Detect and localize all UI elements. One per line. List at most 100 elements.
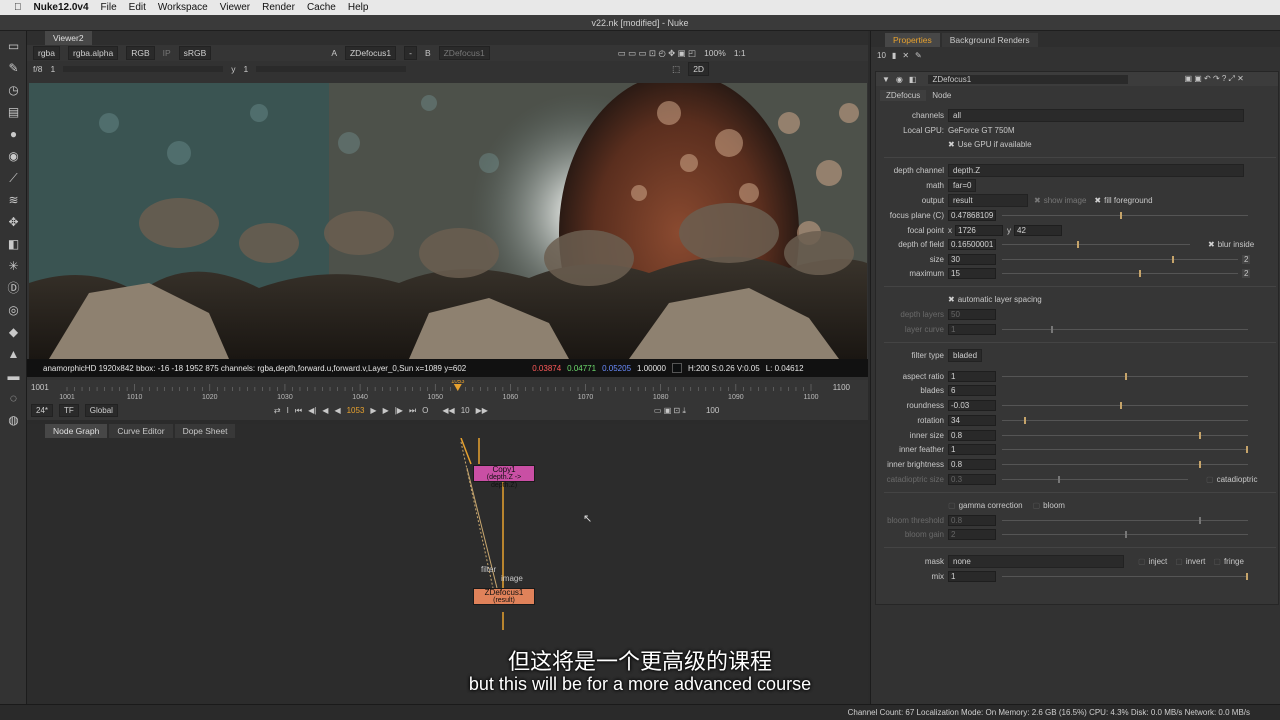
in-point-button[interactable]: I bbox=[287, 406, 289, 415]
zoom-dropdown[interactable]: 100% bbox=[704, 48, 726, 58]
toolsets-icon[interactable]: ▲ bbox=[6, 347, 21, 362]
bloom-threshold-field[interactable]: 0.8 bbox=[948, 515, 996, 526]
aspect-ratio-field[interactable]: 1 bbox=[948, 371, 996, 382]
metadata-icon[interactable]: ◆ bbox=[6, 325, 21, 340]
menu-file[interactable]: File bbox=[101, 2, 117, 13]
bloom-checkbox[interactable]: ▢ bbox=[1033, 501, 1041, 510]
gain-slider[interactable] bbox=[63, 66, 224, 72]
menu-viewer[interactable]: Viewer bbox=[220, 2, 250, 13]
clear-icon[interactable]: ✕ bbox=[902, 51, 909, 60]
viewer-image[interactable] bbox=[29, 83, 867, 359]
fps-dropdown[interactable]: 24* bbox=[31, 404, 54, 417]
menu-workspace[interactable]: Workspace bbox=[158, 2, 208, 13]
views-icon[interactable]: ◎ bbox=[6, 303, 21, 318]
show-image-checkbox[interactable]: ✖ bbox=[1034, 196, 1041, 205]
blades-field[interactable]: 6 bbox=[948, 385, 996, 396]
apple-icon[interactable]:  bbox=[14, 2, 22, 13]
last-frame-button[interactable]: ⏭ bbox=[409, 406, 416, 416]
deep-icon[interactable]: Ⓓ bbox=[6, 281, 21, 296]
gamma-correction-checkbox[interactable]: ▢ bbox=[948, 501, 956, 510]
maximum-slider[interactable] bbox=[1002, 270, 1238, 277]
size-slider[interactable] bbox=[1002, 256, 1238, 263]
subtab-node[interactable]: Node bbox=[926, 90, 957, 101]
focus-plane-slider[interactable] bbox=[1002, 212, 1248, 219]
mix-slider[interactable] bbox=[1002, 573, 1248, 580]
playhead-marker[interactable] bbox=[453, 384, 462, 391]
play-button[interactable]: ▶ bbox=[370, 406, 376, 415]
focal-x-field[interactable]: 1726 bbox=[955, 225, 1003, 236]
out-point-button[interactable]: O bbox=[422, 406, 428, 415]
roi-icon[interactable]: ⬚ bbox=[672, 64, 680, 75]
step-back-button[interactable]: ◀◀ bbox=[442, 406, 454, 415]
bloom-gain-field[interactable]: 2 bbox=[948, 529, 996, 540]
channels-dropdown[interactable]: all bbox=[948, 109, 1244, 122]
other-icon[interactable]: ▬ bbox=[6, 369, 21, 384]
timeline[interactable]: 1001 1010 1020 1030 1040 1050 1060 1070 1080 1090… bbox=[27, 380, 868, 420]
time-icon[interactable]: ◷ bbox=[6, 83, 21, 98]
use-gpu-checkbox[interactable]: ✖ bbox=[948, 140, 955, 149]
layer-curve-field[interactable]: 1 bbox=[948, 324, 996, 335]
furnace-icon[interactable]: ◌ bbox=[6, 391, 21, 406]
viewer-icon[interactable]: ◧ bbox=[909, 75, 917, 84]
tab-curve-editor[interactable]: Curve Editor bbox=[109, 424, 173, 438]
menu-render[interactable]: Render bbox=[262, 2, 295, 13]
fringe-checkbox[interactable]: ▢ bbox=[1213, 557, 1221, 566]
current-frame-field[interactable]: 1053 bbox=[347, 406, 365, 415]
catadioptric-checkbox[interactable]: ▢ bbox=[1206, 475, 1214, 484]
inner-brightness-field[interactable]: 0.8 bbox=[948, 459, 996, 470]
plugins-icon[interactable]: ◍ bbox=[6, 413, 21, 428]
maximum-field[interactable]: 15 bbox=[948, 268, 996, 279]
viewer-icons[interactable]: ▭ ▭ ▭ ⊡ ◴ ✥ ▣ ◰ bbox=[618, 48, 696, 59]
play-back-button[interactable]: ◀ bbox=[334, 406, 340, 415]
tab-viewer2[interactable]: Viewer2 bbox=[45, 31, 92, 45]
inner-feather-slider[interactable] bbox=[1002, 446, 1248, 453]
keyer-icon[interactable]: ⟋ bbox=[6, 171, 21, 186]
fill-foreground-checkbox[interactable]: ✖ bbox=[1094, 196, 1101, 205]
rotation-field[interactable]: 34 bbox=[948, 415, 996, 426]
range-end-field[interactable]: 100 bbox=[706, 406, 719, 415]
blur-inside-checkbox[interactable]: ✖ bbox=[1208, 240, 1215, 249]
3d-icon[interactable]: ◧ bbox=[6, 237, 21, 252]
mix-field[interactable]: 1 bbox=[948, 571, 996, 582]
inner-feather-field[interactable]: 1 bbox=[948, 444, 996, 455]
filter-icon[interactable]: ◉ bbox=[6, 149, 21, 164]
bloom-threshold-slider[interactable] bbox=[1002, 517, 1248, 524]
catadioptric-size-slider[interactable] bbox=[1002, 476, 1188, 483]
global-dropdown[interactable]: Global bbox=[84, 404, 118, 417]
menu-edit[interactable]: Edit bbox=[129, 2, 146, 13]
menu-help[interactable]: Help bbox=[348, 2, 369, 13]
inject-checkbox[interactable]: ▢ bbox=[1138, 557, 1146, 566]
display-dropdown[interactable]: RGB bbox=[126, 46, 155, 60]
node-name-field[interactable]: ZDefocus1 bbox=[928, 74, 1129, 84]
step-field[interactable]: 10 bbox=[461, 406, 470, 415]
mask-dropdown[interactable]: none bbox=[948, 555, 1124, 568]
bloom-gain-slider[interactable] bbox=[1002, 531, 1248, 538]
inner-size-slider[interactable] bbox=[1002, 432, 1248, 439]
timeline-ruler[interactable]: 1001 1010 1020 1030 1040 1050 1060 1070 1080 1090… bbox=[27, 380, 868, 402]
depth-channel-dropdown[interactable]: depth.Z bbox=[948, 164, 1244, 177]
collapse-icon[interactable]: ▼ bbox=[882, 75, 890, 84]
depth-of-field-field[interactable]: 0.16500001 bbox=[948, 239, 996, 250]
depth-of-field-slider[interactable] bbox=[1002, 241, 1190, 248]
auto-layer-checkbox[interactable]: ✖ bbox=[948, 295, 955, 304]
a-input-dropdown[interactable]: ZDefocus1 bbox=[344, 46, 397, 60]
ratio-dropdown[interactable]: 1:1 bbox=[734, 48, 746, 58]
mode-dropdown[interactable]: 2D bbox=[688, 62, 710, 76]
aspect-ratio-slider[interactable] bbox=[1002, 373, 1248, 380]
b-input-dropdown[interactable]: ZDefocus1 bbox=[438, 46, 490, 60]
subtab-zdefocus[interactable]: ZDefocus bbox=[880, 90, 927, 101]
next-frame-button[interactable]: ▶ bbox=[383, 406, 389, 415]
prev-key-button[interactable]: ◀| bbox=[308, 406, 316, 415]
output-dropdown[interactable]: result bbox=[948, 194, 1028, 207]
next-key-button[interactable]: |▶ bbox=[395, 406, 403, 415]
header-tools[interactable]: ▣ ▣ ↶ ↷ ? ⤢ ✕ bbox=[1184, 74, 1243, 84]
inner-brightness-slider[interactable] bbox=[1002, 461, 1248, 468]
roundness-field[interactable]: -0.03 bbox=[948, 400, 996, 411]
flipbook-icons[interactable]: ▭ ▣ ⊡ ⤓ bbox=[654, 406, 686, 416]
depth-layers-field[interactable]: 50 bbox=[948, 309, 996, 320]
layer-curve-slider[interactable] bbox=[1002, 326, 1248, 333]
focal-y-field[interactable]: 42 bbox=[1014, 225, 1062, 236]
menu-cache[interactable]: Cache bbox=[307, 2, 336, 13]
ip-button[interactable]: IP bbox=[163, 48, 171, 58]
particles-icon[interactable]: ✳ bbox=[6, 259, 21, 274]
